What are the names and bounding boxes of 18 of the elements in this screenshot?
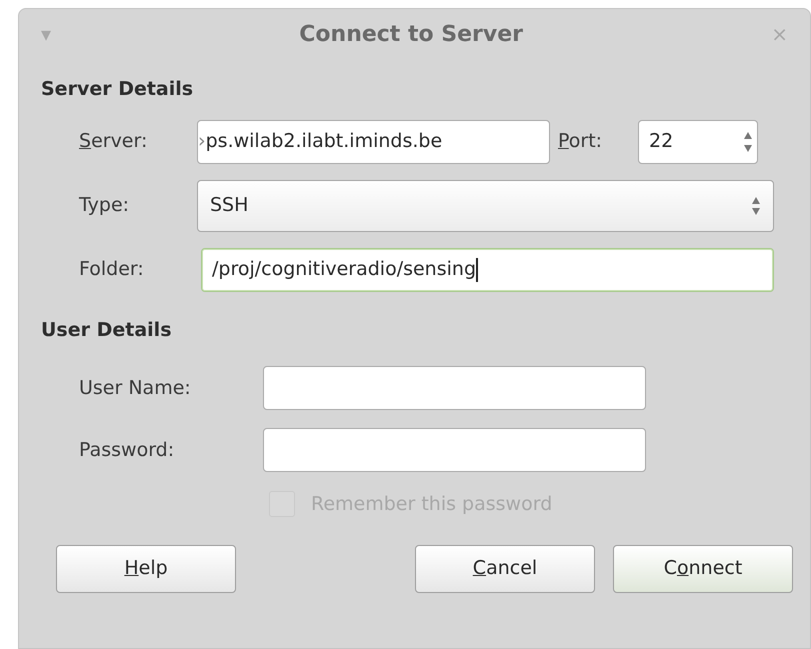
field-label: Password: — [79, 438, 176, 463]
section-heading: Server Details — [40, 77, 194, 102]
type-dropdown[interactable]: SSH — [197, 180, 774, 232]
text-field[interactable] — [263, 366, 646, 410]
field-label: User Name: — [79, 376, 192, 401]
server-field[interactable]: ›ps.wilab2.ilabt.iminds.be — [197, 120, 550, 164]
section-heading: User Details — [40, 318, 173, 342]
connect-button[interactable]: Connect — [613, 544, 793, 592]
help-button[interactable]: Help — [56, 544, 236, 592]
port-spin-field[interactable]: 22 — [638, 120, 758, 164]
folder-field[interactable]: /proj/cognitiveradio/sensing — [201, 248, 774, 292]
port-label: Port: — [558, 129, 604, 154]
folder-label: Folder: — [79, 257, 145, 282]
window-title: Connect to Server — [299, 20, 524, 48]
server-label: Server: — [79, 129, 148, 154]
type-label: Type: — [79, 193, 130, 218]
text-field[interactable] — [263, 428, 646, 472]
dialog-button[interactable]: Cancel — [415, 544, 595, 592]
